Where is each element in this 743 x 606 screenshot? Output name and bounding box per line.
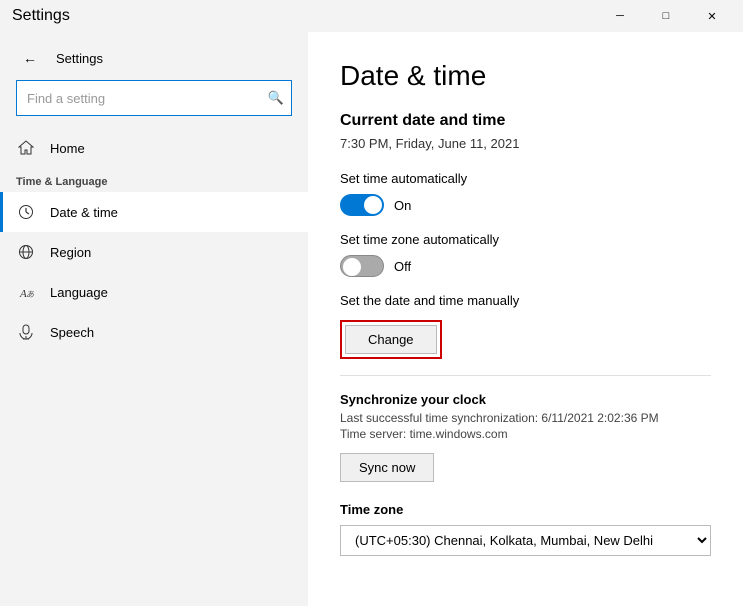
close-button[interactable]: ✕ (689, 0, 735, 32)
home-icon (16, 138, 36, 158)
page-title: Date & time (340, 60, 711, 92)
sidebar-item-language[interactable]: A あ Language (0, 272, 308, 312)
sidebar-item-speech[interactable]: Speech (0, 312, 308, 352)
toggle-thumb-off (343, 258, 361, 276)
search-input[interactable] (16, 80, 292, 116)
maximize-button[interactable]: □ (643, 0, 689, 32)
language-icon: A あ (16, 282, 36, 302)
sidebar-item-home-label: Home (50, 141, 85, 156)
sidebar-item-region[interactable]: Region (0, 232, 308, 272)
set-timezone-auto-toggle-row: Off (340, 255, 711, 277)
timezone-select[interactable]: (UTC+05:30) Chennai, Kolkata, Mumbai, Ne… (340, 525, 711, 556)
sidebar-item-datetime-label: Date & time (50, 205, 118, 220)
titlebar-title: Settings (12, 7, 70, 25)
set-timezone-auto-state: Off (394, 259, 411, 274)
minimize-button[interactable]: ─ (597, 0, 643, 32)
titlebar: Settings ─ □ ✕ (0, 0, 743, 32)
set-timezone-auto-setting: Set time zone automatically Off (340, 232, 711, 277)
search-icon: 🔍 (268, 90, 284, 106)
sidebar-top: ← Settings (0, 32, 308, 80)
svg-text:あ: あ (26, 290, 34, 299)
speech-icon (16, 322, 36, 342)
change-button-highlight: Change (340, 320, 442, 359)
sync-now-button[interactable]: Sync now (340, 453, 434, 482)
divider (340, 375, 711, 376)
sidebar-item-home[interactable]: Home (0, 128, 308, 168)
sidebar-item-region-label: Region (50, 245, 91, 260)
set-time-auto-state: On (394, 198, 411, 213)
sync-section: Synchronize your clock Last successful t… (340, 392, 711, 482)
search-box: 🔍 (16, 80, 292, 116)
sidebar: ← Settings 🔍 Home Time & Language (0, 32, 308, 606)
set-time-auto-label: Set time automatically (340, 171, 711, 186)
timezone-label: Time zone (340, 502, 711, 517)
set-time-auto-toggle-row: On (340, 194, 711, 216)
back-button[interactable]: ← (16, 44, 44, 72)
set-timezone-auto-toggle[interactable] (340, 255, 384, 277)
toggle-thumb-on (364, 196, 382, 214)
sync-detail-1: Last successful time synchronization: 6/… (340, 411, 711, 425)
set-time-auto-setting: Set time automatically On (340, 171, 711, 216)
region-icon (16, 242, 36, 262)
sidebar-section-label: Time & Language (0, 168, 308, 192)
content-area: Date & time Current date and time 7:30 P… (308, 32, 743, 606)
change-button[interactable]: Change (345, 325, 437, 354)
sync-title: Synchronize your clock (340, 392, 711, 407)
timezone-section: Time zone (UTC+05:30) Chennai, Kolkata, … (340, 502, 711, 556)
sync-detail-2: Time server: time.windows.com (340, 427, 711, 441)
sidebar-item-date-time[interactable]: Date & time (0, 192, 308, 232)
app-body: ← Settings 🔍 Home Time & Language (0, 32, 743, 606)
set-timezone-auto-label: Set time zone automatically (340, 232, 711, 247)
set-time-auto-toggle[interactable] (340, 194, 384, 216)
current-section-label: Current date and time (340, 112, 711, 130)
sidebar-item-speech-label: Speech (50, 325, 94, 340)
set-manual-label: Set the date and time manually (340, 293, 711, 308)
sidebar-item-language-label: Language (50, 285, 108, 300)
titlebar-controls: ─ □ ✕ (597, 0, 735, 32)
sidebar-title: Settings (56, 51, 103, 66)
datetime-icon (16, 202, 36, 222)
current-datetime: 7:30 PM, Friday, June 11, 2021 (340, 136, 711, 151)
titlebar-left: Settings (12, 7, 70, 25)
set-manual-setting: Set the date and time manually Change (340, 293, 711, 359)
